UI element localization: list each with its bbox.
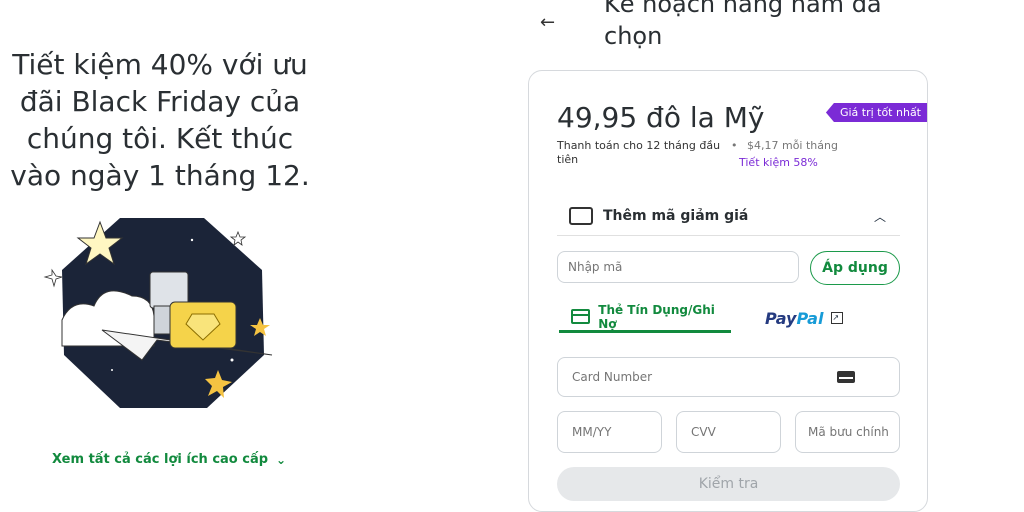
tab-credit-debit-card[interactable]: Thẻ Tín Dụng/Ghi Nợ — [559, 303, 731, 333]
plan-price: 49,95 đô la Mỹ — [557, 101, 765, 134]
postal-code-input[interactable] — [795, 411, 900, 453]
separator-dot: • — [731, 139, 738, 152]
add-discount-code-toggle[interactable]: Thêm mã giảm giá ︿ — [557, 197, 900, 236]
checkout-card: 49,95 đô la Mỹ Giá trị tốt nhất Thanh to… — [528, 70, 928, 512]
monthly-price: $4,17 mỗi tháng — [747, 139, 838, 152]
chevron-up-icon: ︿ — [873, 209, 886, 224]
paypal-logo: PayPal — [765, 308, 824, 328]
back-arrow-icon[interactable]: ← — [540, 12, 555, 33]
credit-card-icon — [571, 309, 591, 324]
promo-headline: Tiết kiệm 40% với ưu đãi Black Friday củ… — [10, 48, 310, 192]
plan-title: Kế hoạch hàng năm đã chọn — [604, 0, 882, 50]
benefits-link-label: Xem tất cả các lợi ích cao cấp — [52, 452, 269, 467]
ticket-icon — [569, 207, 593, 225]
external-link-icon: ↗ — [831, 312, 844, 324]
best-value-badge: Giá trị tốt nhất — [825, 103, 927, 122]
discount-label: Thêm mã giảm giá — [603, 208, 749, 224]
apply-button[interactable]: Áp dụng — [810, 251, 900, 285]
discount-code-input[interactable] — [557, 251, 799, 283]
expiry-input[interactable] — [557, 411, 662, 453]
robot-paper-plane-illustration — [43, 218, 273, 408]
checkout-button[interactable]: Kiểm tra — [557, 467, 900, 501]
chevron-down-icon: ⌄ — [276, 452, 287, 467]
promo-panel: Tiết kiệm 40% với ưu đãi Black Friday củ… — [0, 0, 520, 491]
tab-paypal[interactable]: PayPal ↗ — [765, 303, 885, 333]
cvv-input[interactable] — [676, 411, 781, 453]
billing-note: Thanh toán cho 12 tháng đầu tiên — [557, 139, 721, 166]
checkout-panel: ← Kế hoạch hàng năm đã chọn 49,95 đô la … — [528, 0, 928, 512]
tab-card-label: Thẻ Tín Dụng/Ghi Nợ — [598, 302, 715, 331]
see-all-benefits-link[interactable]: Xem tất cả các lợi ích cao cấp ⌄ — [52, 452, 286, 467]
savings-label: Tiết kiệm 58% — [739, 156, 818, 169]
card-brand-icon — [837, 371, 855, 383]
